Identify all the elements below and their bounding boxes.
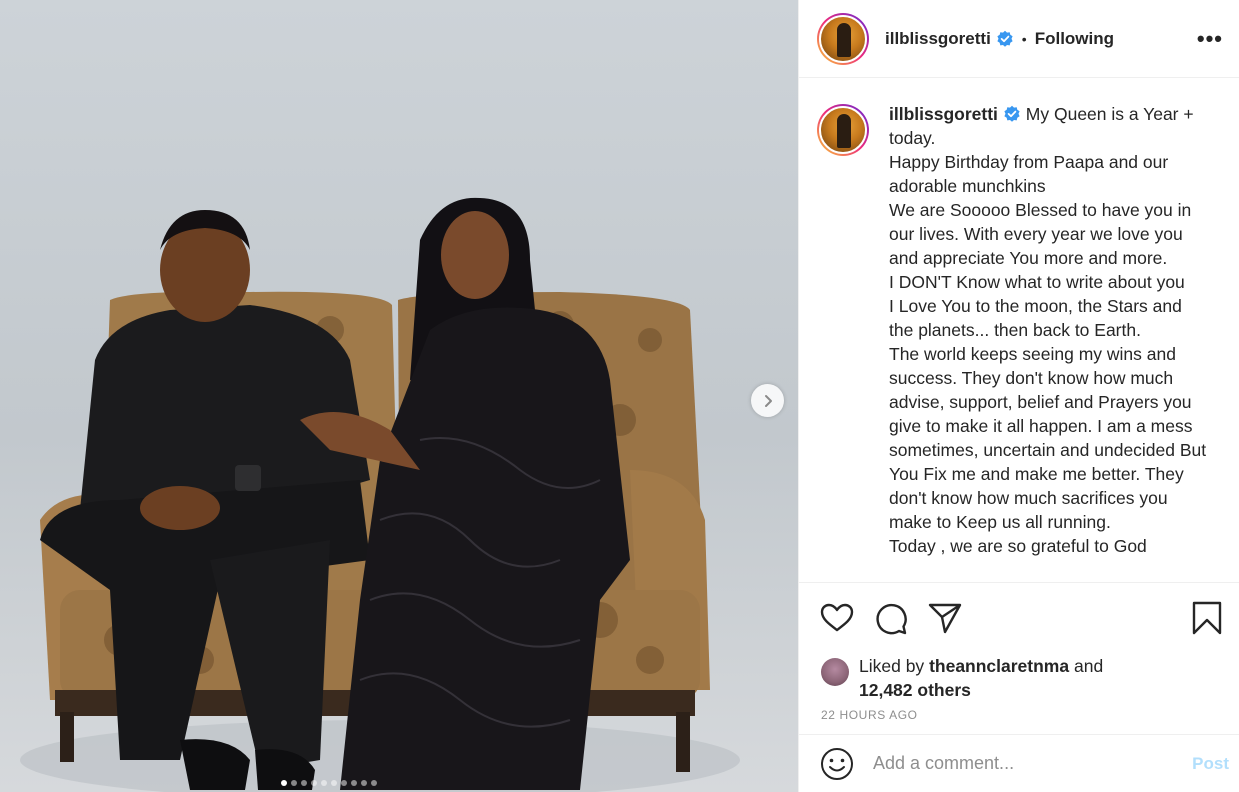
smiley-icon[interactable] <box>819 746 855 782</box>
header-separator: • <box>1021 30 1027 47</box>
caption-line: adorable munchkins <box>889 176 1046 196</box>
post-header: illblissgoretti • Following ••• <box>799 0 1239 78</box>
comment-input[interactable] <box>873 753 1193 774</box>
verified-badge-icon <box>997 30 1013 47</box>
caption-line: the planets... then back to Earth. <box>889 320 1141 340</box>
caption-line: The world keeps seeing my wins and <box>889 344 1176 364</box>
likes-joiner: and <box>1073 656 1104 676</box>
likes-summary: Liked by theannclaretnma and 12,482 othe… <box>859 654 1103 702</box>
carousel-dot <box>361 780 367 786</box>
caption-line: Today , we are so grateful to God <box>889 536 1147 556</box>
caption-line: success. They don't know how much <box>889 368 1174 388</box>
instagram-post: illblissgoretti • Following ••• illbliss… <box>0 0 1239 792</box>
caption-section: illblissgoretti My Queen is a Year + tod… <box>799 78 1239 582</box>
caption-author-avatar[interactable] <box>817 104 869 156</box>
author-avatar[interactable] <box>817 12 869 65</box>
carousel-dot <box>371 780 377 786</box>
liker-avatar[interactable] <box>821 658 849 686</box>
couple-photo-image <box>20 197 740 792</box>
post-timestamp[interactable]: 22 HOURS AGO <box>799 702 1239 734</box>
caption-line: advise, support, belief and Prayers you <box>889 392 1192 412</box>
caption-line: We are Sooooo Blessed to have you in <box>889 200 1192 220</box>
post-comment-button[interactable]: Post <box>1192 754 1229 774</box>
caption-line: today. <box>889 128 936 148</box>
carousel-dot <box>311 780 317 786</box>
comment-composer: Post <box>799 734 1239 792</box>
caption-line: sometimes, uncertain and undecided But <box>889 440 1207 460</box>
caption-line: our lives. With every year we love you <box>889 224 1183 244</box>
following-button[interactable]: Following <box>1035 29 1114 49</box>
likes-others-link[interactable]: 12,482 others <box>859 680 971 700</box>
caption-line: give to make it all happen. I am a mess <box>889 416 1193 436</box>
caption-username[interactable]: illblissgoretti <box>889 104 998 124</box>
carousel-dot <box>351 780 357 786</box>
caption-line: I Love You to the moon, the Stars and <box>889 296 1182 316</box>
post-photo <box>0 0 798 792</box>
carousel-dot <box>321 780 327 786</box>
caption-line: My Queen is a Year + <box>1025 104 1194 124</box>
caption-line: make to Keep us all running. <box>889 512 1111 532</box>
bookmark-icon[interactable] <box>1189 600 1225 636</box>
carousel-next-button[interactable] <box>751 384 784 417</box>
caption-first-line: illblissgoretti My Queen is a Year + <box>889 102 1231 126</box>
carousel-dot <box>341 780 347 786</box>
post-side-panel: illblissgoretti • Following ••• illbliss… <box>798 0 1239 792</box>
likes-section: Liked by theannclaretnma and 12,482 othe… <box>799 652 1239 702</box>
caption-line: You Fix me and make me better. They <box>889 464 1184 484</box>
caption-line: and appreciate You more and more. <box>889 248 1168 268</box>
heart-icon[interactable] <box>819 600 855 636</box>
caption-line: I DON'T Know what to write about you <box>889 272 1185 292</box>
post-caption: illblissgoretti My Queen is a Year + tod… <box>889 102 1231 582</box>
carousel-dot <box>331 780 337 786</box>
caption-line: don't know how much sacrifices you <box>889 488 1168 508</box>
caption-line: Happy Birthday from Paapa and our <box>889 152 1169 172</box>
carousel-indicator <box>0 780 798 786</box>
carousel-dot <box>291 780 297 786</box>
action-bar <box>799 582 1239 652</box>
likes-prefix: Liked by <box>859 656 925 676</box>
chevron-right-icon <box>764 394 772 407</box>
more-options-button[interactable]: ••• <box>1197 26 1223 52</box>
paper-plane-icon[interactable] <box>927 600 963 636</box>
author-username[interactable]: illblissgoretti <box>885 29 991 49</box>
carousel-dot <box>281 780 287 786</box>
verified-badge-icon <box>1004 105 1020 122</box>
liker-username[interactable]: theannclaretnma <box>929 656 1069 676</box>
comment-bubble-icon[interactable] <box>873 600 909 636</box>
carousel-dot <box>301 780 307 786</box>
